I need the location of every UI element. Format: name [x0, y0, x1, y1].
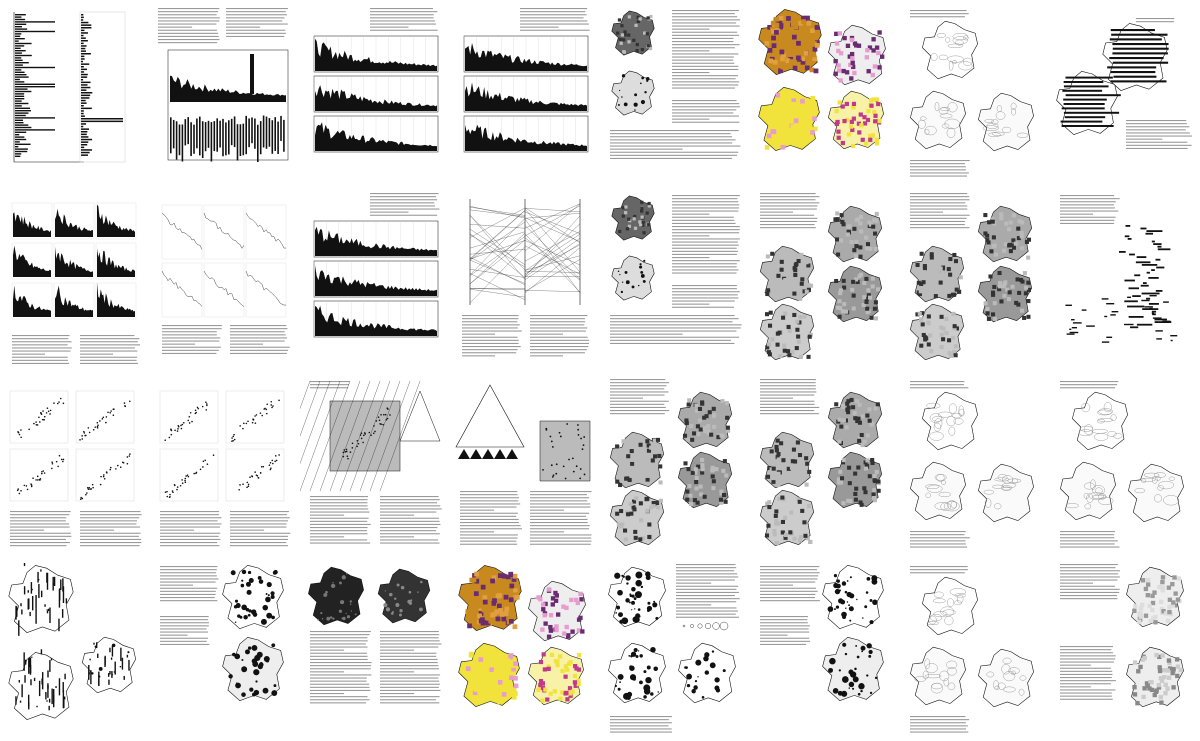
thumbnail-r2c2-line-grid[interactable]	[150, 185, 300, 371]
thumbnail-figure	[308, 566, 442, 704]
thumbnail-figure	[759, 378, 883, 546]
thumbnail-figure	[455, 383, 592, 545]
thumbnail-figure	[458, 564, 586, 707]
thumbnail-figure	[609, 378, 733, 546]
thumbnail-r2c1-series-grid[interactable]	[0, 185, 150, 371]
thumbnail-r2c5-text-and-maps[interactable]	[600, 185, 750, 371]
thumbnail-r2c3-time-series-stack[interactable]	[300, 185, 450, 371]
thumbnail-figure	[909, 193, 1033, 361]
thumbnail-figure	[8, 562, 137, 720]
thumbnail-figure	[1056, 18, 1192, 149]
thumbnail-figure	[462, 199, 590, 357]
thumbnail-figure	[1060, 563, 1184, 707]
thumbnail-r2c8-text-and-bars[interactable]	[1050, 185, 1200, 371]
thumbnail-r4c3-dark-maps[interactable]	[300, 555, 450, 741]
thumbnail-r1c6-color-maps[interactable]	[750, 0, 900, 186]
thumbnail-r4c1-bar-maps[interactable]	[0, 555, 150, 741]
thumbnail-figure	[313, 193, 440, 338]
thumbnail-figure	[9, 390, 142, 546]
thumbnail-figure	[158, 8, 289, 162]
thumbnail-figure	[1060, 195, 1178, 344]
thumbnail-r1c3-time-series-stack[interactable]	[300, 0, 450, 186]
thumbnail-r2c6-gray-maps[interactable]	[750, 185, 900, 371]
thumbnail-r3c4-triangle-diagram[interactable]	[450, 370, 600, 556]
thumbnail-figure	[161, 205, 290, 355]
thumbnail-r1c2-text-and-time-series[interactable]	[150, 0, 300, 186]
thumbnail-r2c7-gray-maps[interactable]	[900, 185, 1050, 371]
thumbnail-figure	[610, 195, 742, 345]
thumbnail-r3c3-diagonal-scatter[interactable]	[300, 370, 450, 556]
spread-thumbnail-grid	[0, 0, 1200, 741]
thumbnail-r3c8-relief-maps[interactable]	[1050, 370, 1200, 556]
thumbnail-r1c1-bar-chart-horizontal[interactable]	[0, 0, 150, 186]
thumbnail-r3c6-gray-maps[interactable]	[750, 370, 900, 556]
thumbnail-r1c5-text-and-maps[interactable]	[600, 0, 750, 186]
thumbnail-r3c5-gray-maps[interactable]	[600, 370, 750, 556]
thumbnail-figure	[910, 10, 1034, 177]
thumbnail-r3c7-relief-maps[interactable]	[900, 370, 1050, 556]
thumbnail-r1c7-relief-maps[interactable]	[900, 0, 1050, 186]
thumbnail-figure	[313, 8, 439, 153]
thumbnail-figure	[758, 9, 886, 152]
thumbnail-r4c5-circle-maps[interactable]	[600, 555, 750, 741]
thumbnail-figure	[910, 380, 1034, 548]
thumbnail-r2c4-parallel-lines[interactable]	[450, 185, 600, 371]
thumbnail-r4c2-symbol-maps[interactable]	[150, 555, 300, 741]
thumbnail-figure	[11, 203, 140, 365]
thumbnail-r1c4-time-series-stack[interactable]	[450, 0, 600, 186]
thumbnail-figure	[910, 565, 1034, 733]
thumbnail-r3c1-scatter-plots[interactable]	[0, 370, 150, 556]
thumbnail-figure	[608, 563, 740, 733]
thumbnail-figure	[160, 564, 284, 701]
thumbnail-r4c4-color-maps[interactable]	[450, 555, 600, 741]
thumbnail-r1c8-stripe-maps[interactable]	[1050, 0, 1200, 186]
thumbnail-r4c6-symbol-maps[interactable]	[750, 555, 900, 741]
thumbnail-figure	[759, 193, 883, 361]
thumbnail-r4c8-cell-maps[interactable]	[1050, 555, 1200, 741]
thumbnail-figure	[13, 11, 126, 163]
thumbnail-r4c7-relief-maps[interactable]	[900, 555, 1050, 741]
thumbnail-figure	[300, 380, 442, 544]
thumbnail-figure	[463, 8, 590, 153]
thumbnail-figure	[760, 564, 884, 701]
thumbnail-figure	[1060, 380, 1184, 548]
thumbnail-figure	[159, 390, 291, 546]
thumbnail-figure	[610, 10, 741, 159]
thumbnail-r3c2-scatter-plots[interactable]	[150, 370, 300, 556]
